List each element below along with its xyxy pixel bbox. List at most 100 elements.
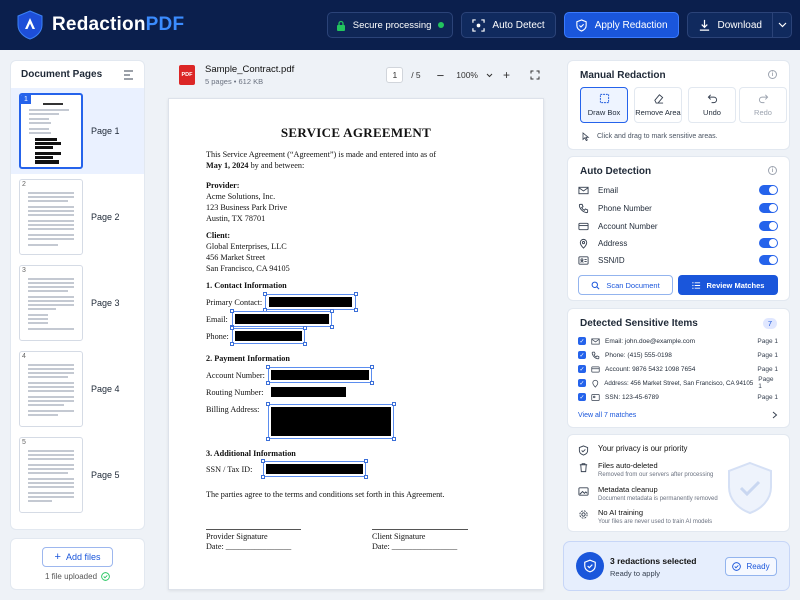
thumbnail-image: 1 (19, 93, 83, 169)
secure-processing-badge: Secure processing (326, 12, 454, 38)
page-thumbnail-5[interactable]: 5 Page 5 (11, 432, 144, 518)
card-title: Manual Redaction (580, 70, 666, 81)
provider-line: Acme Solutions, Inc. (206, 192, 276, 201)
section-heading: 2. Payment Information (206, 354, 290, 363)
privacy-title-row: Your privacy is our priority (578, 444, 687, 456)
brand[interactable]: RedactionPDF (16, 10, 184, 40)
draw-box-tool[interactable]: Draw Box (580, 87, 628, 123)
check-circle-icon (732, 562, 742, 571)
square-icon (599, 93, 609, 104)
remove-area-tool[interactable]: Remove Area (634, 87, 682, 123)
redaction-box[interactable] (235, 331, 302, 341)
detected-item[interactable]: ✓ Address: 456 Market Street, San Franci… (578, 376, 778, 390)
redaction-box[interactable] (269, 297, 352, 307)
lock-icon (336, 20, 345, 31)
phone-icon (578, 203, 589, 213)
checkbox[interactable]: ✓ (578, 365, 586, 373)
zoom-out-icon[interactable]: − (437, 68, 445, 83)
address-toggle[interactable] (759, 238, 778, 248)
manual-hint: Click and drag to mark sensitive areas. (597, 133, 718, 140)
detected-item[interactable]: ✓ SSN: 123-45-6789 Page 1 (578, 391, 778, 403)
provider-heading: Provider: (206, 181, 240, 190)
auto-detect-button[interactable]: Auto Detect (461, 12, 556, 38)
zoom-in-icon[interactable]: + (503, 68, 510, 82)
field-label: SSN / Tax ID: (206, 465, 253, 474)
detect-email-row: Email (578, 182, 778, 198)
redaction-box[interactable] (271, 370, 369, 380)
detect-account-row: Account Number (578, 218, 778, 234)
redaction-box[interactable] (271, 407, 391, 436)
ready-button[interactable]: Ready (725, 557, 777, 576)
apply-redaction-button[interactable]: Apply Redaction (563, 12, 679, 38)
signature-line (206, 529, 301, 530)
pdf-page[interactable]: SERVICE AGREEMENT This Service Agreement… (168, 98, 544, 590)
client-heading: Client: (206, 231, 231, 240)
field-label: Email: (206, 315, 228, 324)
page-thumbnail-3[interactable]: 3 Page 3 (11, 260, 144, 346)
list-view-icon[interactable] (123, 69, 134, 80)
redaction-box[interactable] (235, 314, 329, 324)
cursor-icon (582, 132, 590, 141)
status-dot (438, 22, 445, 28)
section-heading: 1. Contact Information (206, 281, 287, 290)
match-count-badge: 7 (762, 318, 777, 329)
document-title: SERVICE AGREEMENT (280, 125, 432, 140)
chevron-down-icon[interactable] (486, 73, 493, 78)
credit-card-icon (591, 366, 600, 372)
phone-icon (591, 351, 600, 359)
redo-icon (758, 94, 768, 104)
mail-icon (591, 338, 600, 344)
fullscreen-icon[interactable] (530, 70, 540, 80)
redactions-selected-text: 3 redactions selected (610, 556, 697, 566)
checkbox[interactable]: ✓ (578, 337, 586, 345)
detected-item[interactable]: ✓ Email: john.doe@example.com Page 1 (578, 335, 778, 347)
list-icon (691, 281, 700, 289)
redo-button[interactable]: Redo (739, 87, 787, 123)
page-thumbnail-4[interactable]: 4 Page 4 (11, 346, 144, 432)
detected-item[interactable]: ✓ Account: 9876 5432 1098 7654 Page 1 (578, 363, 778, 375)
location-pin-icon (592, 379, 598, 388)
view-all-link[interactable]: View all 7 matches (578, 411, 778, 419)
gear-icon (579, 510, 588, 519)
pdf-file-icon: PDF (179, 65, 195, 85)
shield-check-icon (578, 445, 589, 456)
redaction-box[interactable] (271, 387, 346, 397)
thumbnail-image: 4 (19, 351, 83, 427)
checkbox[interactable]: ✓ (578, 393, 586, 401)
download-button[interactable]: Download (688, 13, 773, 37)
date-line: Date: ________________ (206, 542, 292, 551)
document-toolbar: PDF Sample_Contract.pdf 5 pages • 612 KB… (168, 60, 544, 90)
date-line: Date: ________________ (372, 542, 458, 551)
ssn-toggle[interactable] (759, 255, 778, 265)
card-title: Detected Sensitive Items (580, 318, 698, 329)
account-toggle[interactable] (759, 221, 778, 231)
info-icon[interactable]: i (768, 166, 777, 175)
page-thumbnail-1[interactable]: 1 Page 1 (11, 88, 144, 174)
intro-date-line: May 1, 2024 by and between: (206, 161, 305, 170)
review-matches-button[interactable]: Review Matches (678, 275, 778, 295)
thumbnail-image: 3 (19, 265, 83, 341)
trash-icon (579, 463, 588, 473)
phone-toggle[interactable] (759, 203, 778, 213)
checkbox[interactable]: ✓ (578, 351, 586, 359)
detected-item[interactable]: ✓ Phone: (415) 555-0198 Page 1 (578, 349, 778, 361)
client-line: Global Enterprises, LLC (206, 242, 287, 251)
page-thumbnail-2[interactable]: 2 Page 2 (11, 174, 144, 260)
page-number-input[interactable]: 1 (386, 67, 404, 83)
download-options-chevron-down-icon[interactable] (773, 13, 791, 37)
undo-button[interactable]: Undo (688, 87, 736, 123)
search-icon (591, 281, 600, 289)
scan-document-button[interactable]: Scan Document (578, 275, 673, 295)
zoom-level[interactable]: 100% (456, 70, 478, 80)
detect-address-row: Address (578, 235, 778, 251)
info-icon[interactable]: i (768, 70, 777, 79)
email-toggle[interactable] (759, 185, 778, 195)
redaction-box[interactable] (266, 464, 363, 474)
add-files-button[interactable]: + Add files (41, 547, 114, 567)
privacy-item: Files auto-deleted Removed from our serve… (578, 461, 713, 478)
upload-status: 1 file uploaded (45, 572, 110, 581)
download-icon (699, 19, 709, 31)
checkbox[interactable]: ✓ (578, 379, 586, 387)
privacy-card: Your privacy is our priority Files auto-… (567, 434, 790, 532)
mail-icon (578, 186, 589, 194)
